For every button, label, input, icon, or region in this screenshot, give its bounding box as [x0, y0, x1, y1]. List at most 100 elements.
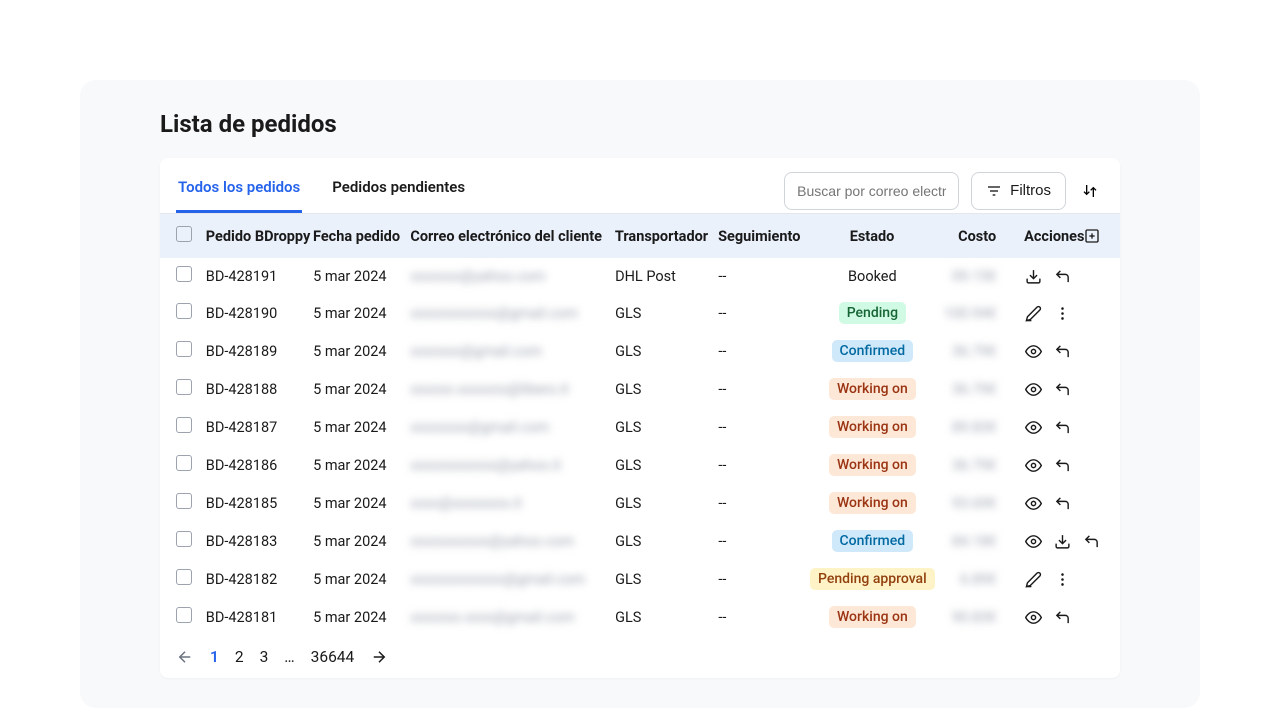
undo-action[interactable] [1054, 495, 1071, 512]
eye-action[interactable] [1025, 457, 1042, 474]
cell-tracking: -- [718, 419, 807, 436]
row-checkbox[interactable] [176, 493, 192, 509]
header-tracking: Seguimiento [718, 228, 807, 245]
cell-date: 5 mar 2024 [313, 343, 410, 360]
cell-carrier: GLS [615, 381, 718, 398]
arrow-right-icon [370, 648, 388, 666]
tab-pending-orders[interactable]: Pedidos pendientes [330, 168, 467, 213]
cell-date: 5 mar 2024 [313, 305, 410, 322]
cell-email: xxxxxxxxxxxxx@gmail.com [410, 571, 615, 588]
eye-action[interactable] [1025, 343, 1042, 360]
cell-cost: 36.79€ [937, 381, 997, 398]
cell-carrier: GLS [615, 457, 718, 474]
undo-action[interactable] [1054, 381, 1071, 398]
cell-status: Confirmed [808, 530, 937, 552]
edit-action[interactable] [1025, 571, 1042, 588]
edit-action[interactable] [1025, 305, 1042, 322]
cell-carrier: GLS [615, 609, 718, 626]
select-all-checkbox[interactable] [176, 226, 192, 242]
row-checkbox[interactable] [176, 455, 192, 471]
undo-icon [1054, 268, 1071, 285]
cell-email: xxxxxxxxxxxx@yahoo.it [410, 457, 615, 474]
undo-icon [1054, 457, 1071, 474]
cell-date: 5 mar 2024 [313, 571, 410, 588]
eye-action[interactable] [1025, 533, 1042, 550]
eye-icon [1025, 533, 1042, 550]
eye-icon [1025, 609, 1042, 626]
eye-action[interactable] [1025, 419, 1042, 436]
pagination-page-last[interactable]: 36644 [311, 648, 355, 666]
undo-icon [1054, 381, 1071, 398]
eye-action[interactable] [1025, 609, 1042, 626]
cell-status: Booked [808, 268, 937, 285]
undo-action[interactable] [1054, 419, 1071, 436]
search-input[interactable] [784, 172, 959, 210]
edit-icon [1025, 305, 1042, 322]
undo-action[interactable] [1054, 457, 1071, 474]
more-action[interactable] [1054, 571, 1071, 588]
cell-tracking: -- [718, 305, 807, 322]
header-cost: Costo [937, 228, 997, 245]
undo-action[interactable] [1054, 268, 1071, 285]
cell-id: BD-428182 [206, 571, 313, 588]
undo-action[interactable] [1054, 609, 1071, 626]
download-action[interactable] [1025, 268, 1042, 285]
download-action[interactable] [1054, 533, 1071, 550]
table-row: BD-4281855 mar 2024xxxx@xxxxxxxx.itGLS--… [160, 484, 1120, 522]
row-checkbox[interactable] [176, 266, 192, 282]
tab-all-orders[interactable]: Todos los pedidos [176, 168, 302, 213]
row-checkbox[interactable] [176, 341, 192, 357]
pagination-page[interactable]: 2 [235, 648, 244, 666]
page-container: Lista de pedidos Todos los pedidos Pedid… [80, 80, 1200, 708]
undo-action[interactable] [1083, 533, 1100, 550]
cell-id: BD-428189 [206, 343, 313, 360]
row-checkbox[interactable] [176, 417, 192, 433]
eye-icon [1025, 381, 1042, 398]
more-action[interactable] [1054, 305, 1071, 322]
cell-id: BD-428183 [206, 533, 313, 550]
cell-tracking: -- [718, 268, 807, 285]
header-id: Pedido BDroppy [206, 228, 313, 245]
row-checkbox[interactable] [176, 379, 192, 395]
header-date: Fecha pedido [313, 228, 410, 245]
eye-action[interactable] [1025, 495, 1042, 512]
undo-icon [1054, 495, 1071, 512]
cell-tracking: -- [718, 343, 807, 360]
cell-cost: 6.89€ [937, 571, 997, 588]
cell-status: Pending approval [808, 568, 937, 590]
cell-status: Working on [808, 378, 937, 400]
cell-date: 5 mar 2024 [313, 268, 410, 285]
cell-cost: 90.83€ [937, 609, 997, 626]
cell-email: xxxxxxxx@gmail.com [410, 419, 615, 436]
tabs: Todos los pedidos Pedidos pendientes [176, 168, 784, 213]
orders-card: Todos los pedidos Pedidos pendientes Fil… [160, 158, 1120, 678]
download-icon [1054, 533, 1071, 550]
cell-actions [997, 571, 1104, 588]
row-checkbox[interactable] [176, 303, 192, 319]
add-column-button[interactable] [1084, 228, 1104, 244]
cell-status: Working on [808, 416, 937, 438]
row-checkbox[interactable] [176, 531, 192, 547]
cell-status: Working on [808, 606, 937, 628]
filters-button[interactable]: Filtros [971, 172, 1066, 210]
page-title: Lista de pedidos [80, 110, 1200, 158]
undo-action[interactable] [1054, 343, 1071, 360]
edit-icon [1025, 571, 1042, 588]
row-checkbox[interactable] [176, 607, 192, 623]
cell-carrier: GLS [615, 343, 718, 360]
sort-button[interactable] [1076, 172, 1104, 210]
filters-label: Filtros [1010, 182, 1051, 199]
pagination-page[interactable]: 3 [260, 648, 269, 666]
pagination-next[interactable] [370, 648, 388, 666]
cell-id: BD-428188 [206, 381, 313, 398]
cell-cost: 84.18€ [937, 533, 997, 550]
eye-action[interactable] [1025, 381, 1042, 398]
header-email: Correo electrónico del cliente [410, 228, 615, 245]
pagination-prev[interactable] [176, 648, 194, 666]
cell-date: 5 mar 2024 [313, 419, 410, 436]
header-actions: Acciones [996, 228, 1084, 245]
pagination-page-current[interactable]: 1 [210, 648, 219, 666]
table-row: BD-4281875 mar 2024xxxxxxxx@gmail.comGLS… [160, 408, 1120, 446]
row-checkbox[interactable] [176, 569, 192, 585]
filter-icon [986, 183, 1002, 199]
